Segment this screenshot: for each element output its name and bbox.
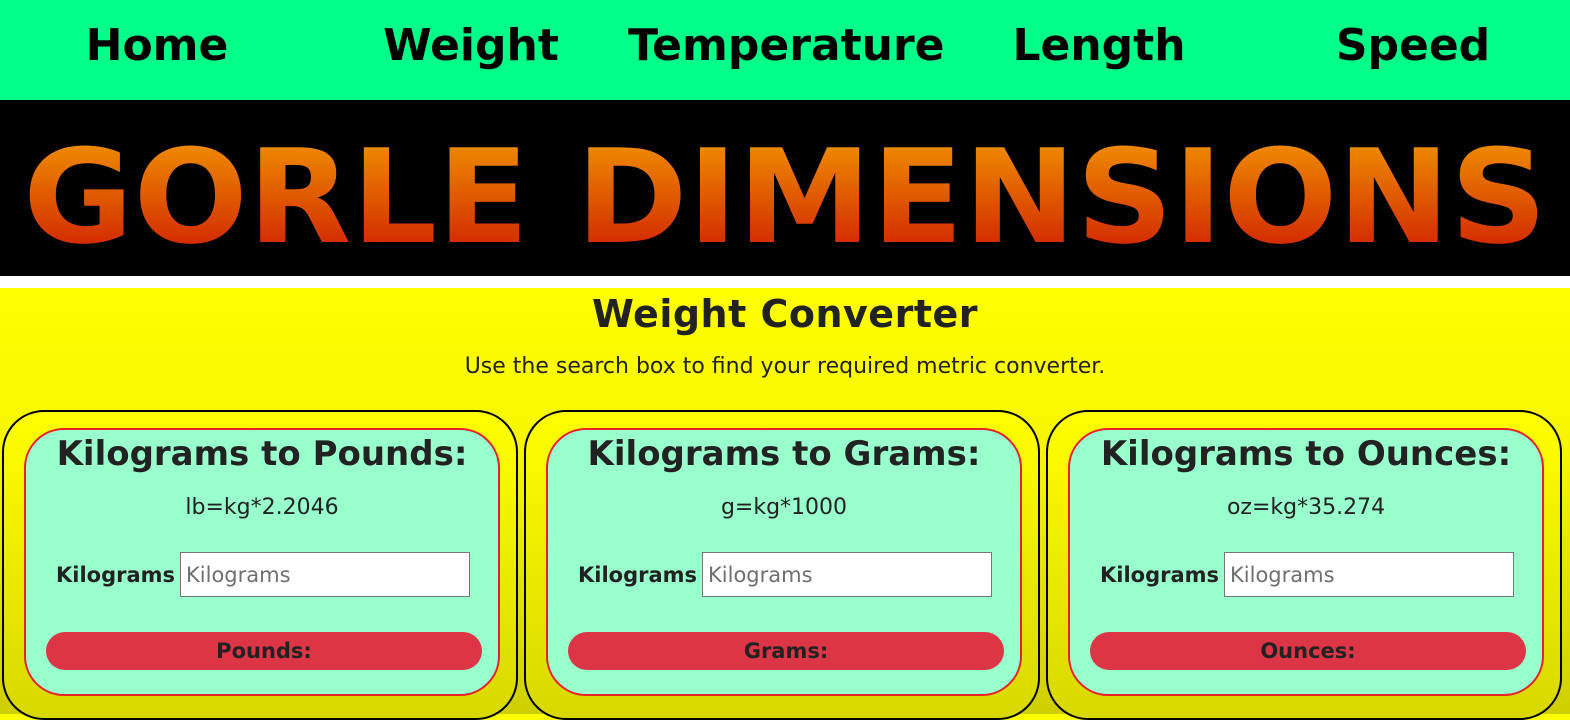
site-banner: GORLE DIMENSIONS: [0, 100, 1570, 276]
card-title: Kilograms to Ounces:: [1100, 434, 1512, 474]
card-formula: oz=kg*35.274: [1226, 495, 1386, 520]
ounces-result-button[interactable]: Ounces:: [1090, 632, 1526, 670]
nav-temperature-link[interactable]: Temperature: [628, 18, 945, 74]
kilograms-label: Kilograms: [1100, 563, 1220, 587]
kilograms-label: Kilograms: [578, 563, 698, 587]
kilograms-label: Kilograms: [56, 563, 176, 587]
page-subtitle: Use the search box to find your required…: [464, 354, 1106, 379]
card-title: Kilograms to Pounds:: [56, 434, 468, 474]
converter-card-inner: Kilograms to Ounces: oz=kg*35.274 Kilogr…: [1068, 428, 1544, 696]
nav-home-link[interactable]: Home: [0, 18, 314, 74]
converter-card-pounds: Kilograms to Pounds: lb=kg*2.2046 Kilogr…: [2, 410, 518, 720]
converter-card-inner: Kilograms to Grams: g=kg*1000 Kilograms …: [546, 428, 1022, 696]
top-nav: Home Weight Temperature Length Speed: [0, 0, 1570, 100]
converter-card-grams: Kilograms to Grams: g=kg*1000 Kilograms …: [524, 410, 1040, 720]
kilograms-input[interactable]: [1224, 552, 1514, 597]
card-title: Kilograms to Grams:: [587, 434, 981, 474]
banner-divider: [0, 276, 1570, 288]
kilograms-input[interactable]: [180, 552, 470, 597]
nav-length-link[interactable]: Length: [942, 18, 1256, 74]
card-formula: lb=kg*2.2046: [185, 495, 339, 520]
nav-weight-link[interactable]: Weight: [314, 18, 628, 74]
converter-card-inner: Kilograms to Pounds: lb=kg*2.2046 Kilogr…: [24, 428, 500, 696]
grams-result-button[interactable]: Grams:: [568, 632, 1004, 670]
pounds-result-button[interactable]: Pounds:: [46, 632, 482, 670]
main-content: Weight Converter Use the search box to f…: [0, 288, 1570, 720]
site-logo-text: GORLE DIMENSIONS: [23, 121, 1547, 273]
card-formula: g=kg*1000: [720, 495, 848, 520]
page-title: Weight Converter: [591, 292, 978, 336]
converter-card-ounces: Kilograms to Ounces: oz=kg*35.274 Kilogr…: [1046, 410, 1562, 720]
kilograms-input[interactable]: [702, 552, 992, 597]
nav-speed-link[interactable]: Speed: [1256, 18, 1570, 74]
site-logo: GORLE DIMENSIONS: [23, 121, 1547, 273]
